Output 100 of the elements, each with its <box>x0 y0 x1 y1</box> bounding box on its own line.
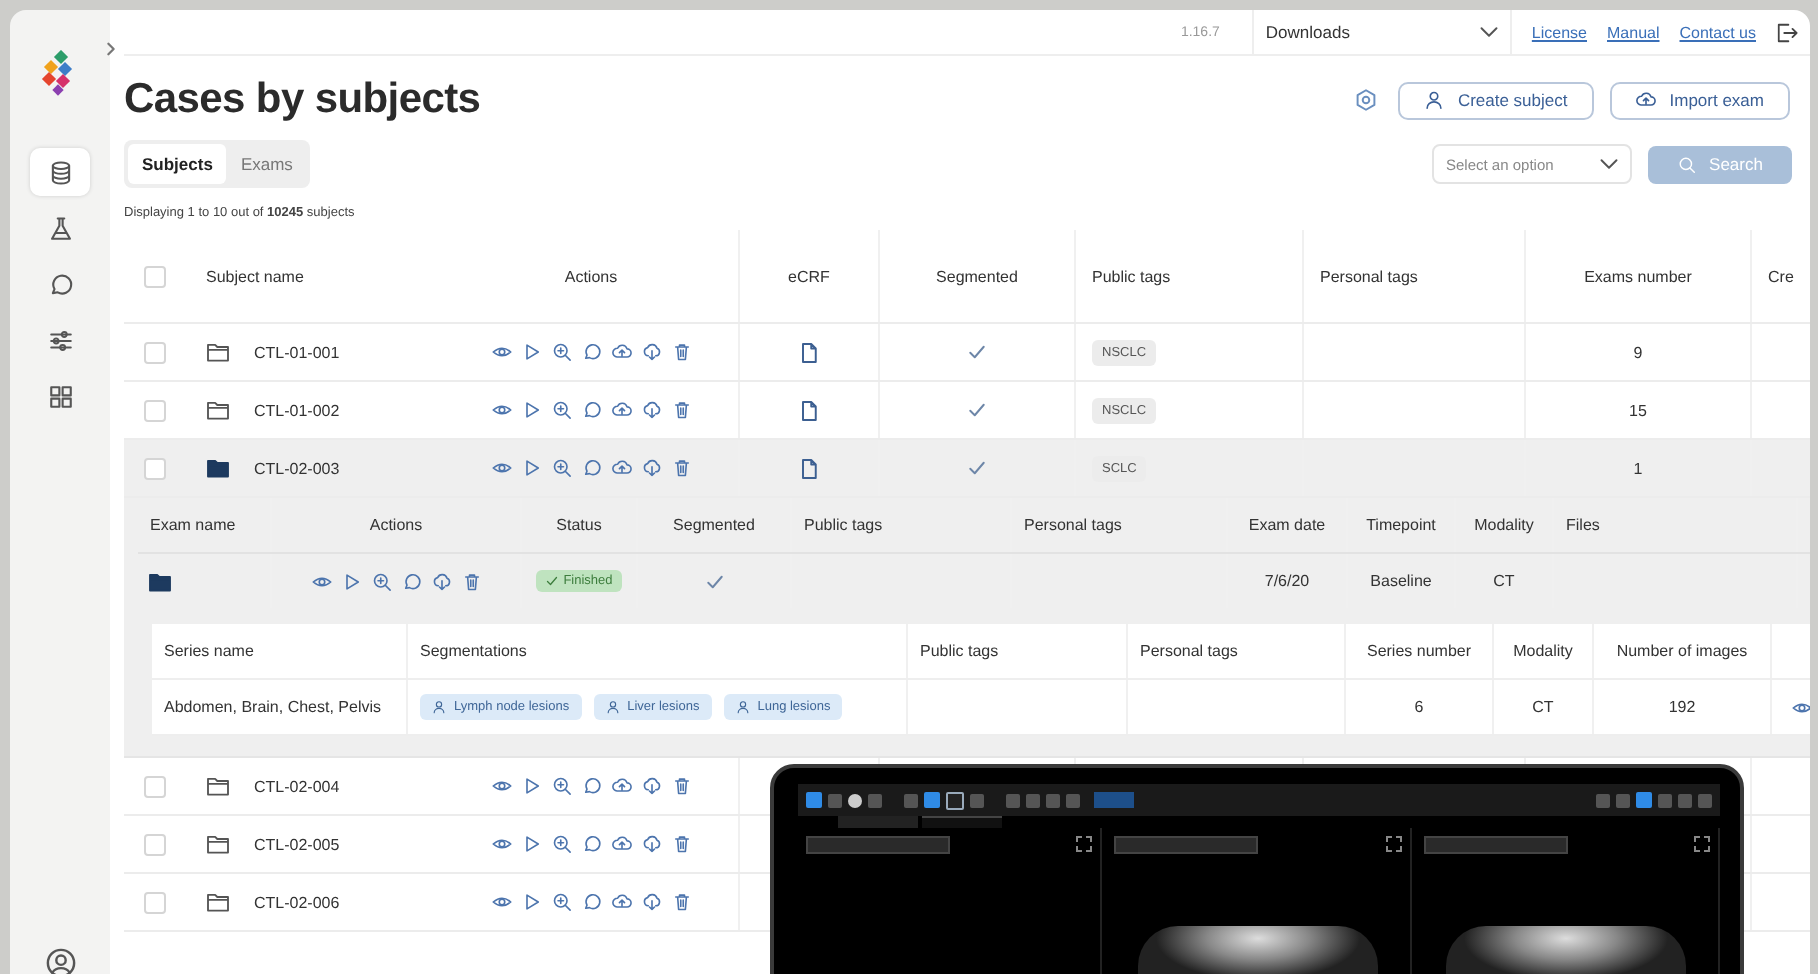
cloud-download-icon[interactable] <box>641 776 661 796</box>
link[interactable]: Contact us <box>1679 23 1756 41</box>
checkbox[interactable] <box>144 457 166 479</box>
eye-icon[interactable] <box>491 776 511 796</box>
column-header: Actions <box>272 498 522 552</box>
grid-icon <box>47 383 73 409</box>
chevron-right-icon[interactable] <box>104 40 118 58</box>
subject-name[interactable]: CTL-02-006 <box>254 893 340 911</box>
folder-icon[interactable] <box>206 342 230 362</box>
trash-icon[interactable] <box>671 776 691 796</box>
zoom-in-icon[interactable] <box>551 776 571 796</box>
downloads-dropdown[interactable]: Downloads <box>1251 10 1512 54</box>
zoom-in-icon[interactable] <box>551 892 571 912</box>
folder-icon[interactable] <box>148 571 172 591</box>
tab[interactable]: Subjects <box>128 144 227 184</box>
folder-icon[interactable] <box>206 776 230 796</box>
zoom-in-icon[interactable] <box>371 571 391 591</box>
cloud-download-icon[interactable] <box>641 458 661 478</box>
document-icon[interactable] <box>800 341 818 363</box>
document-icon[interactable] <box>800 457 818 479</box>
eye-icon[interactable] <box>491 834 511 854</box>
settings-icon[interactable] <box>1353 88 1378 112</box>
trash-icon[interactable] <box>671 834 691 854</box>
chat-bubble-icon[interactable] <box>581 834 601 854</box>
trash-icon[interactable] <box>461 571 481 591</box>
column-header: Public tags <box>1076 230 1304 322</box>
cloud-upload-icon[interactable] <box>611 342 631 362</box>
select-all-checkbox[interactable] <box>144 265 166 287</box>
action-button[interactable]: Import exam <box>1609 81 1790 119</box>
column-header: Series name <box>152 624 408 678</box>
play-icon[interactable] <box>521 834 541 854</box>
trash-icon[interactable] <box>671 400 691 420</box>
column-header: Actions <box>444 230 740 322</box>
checkbox[interactable] <box>144 891 166 913</box>
link[interactable]: License <box>1531 23 1587 41</box>
modality-text: CT <box>1493 572 1515 590</box>
chat-bubble-icon[interactable] <box>581 458 601 478</box>
checkbox[interactable] <box>144 833 166 855</box>
checkbox[interactable] <box>144 399 166 421</box>
cloud-upload-icon[interactable] <box>611 892 631 912</box>
eye-icon[interactable] <box>491 342 511 362</box>
document-icon[interactable] <box>800 399 818 421</box>
check-icon <box>968 402 986 418</box>
play-icon[interactable] <box>521 776 541 796</box>
tab[interactable]: Exams <box>226 144 307 184</box>
eye-icon[interactable] <box>491 458 511 478</box>
cloud-upload-icon[interactable] <box>611 834 631 854</box>
folder-icon[interactable] <box>206 892 230 912</box>
chat-bubble-icon[interactable] <box>581 776 601 796</box>
eye-icon[interactable] <box>311 571 331 591</box>
subject-name[interactable]: CTL-02-003 <box>254 459 340 477</box>
subject-name[interactable]: CTL-02-004 <box>254 777 340 795</box>
exams-count: 15 <box>1629 401 1647 419</box>
cloud-download-icon[interactable] <box>641 892 661 912</box>
cloud-download-icon[interactable] <box>641 342 661 362</box>
eye-icon[interactable] <box>491 892 511 912</box>
cloud-icon <box>1635 90 1656 110</box>
zoom-in-icon[interactable] <box>551 458 571 478</box>
trash-icon[interactable] <box>671 458 691 478</box>
column-header: Modality <box>1456 498 1554 552</box>
subject-name[interactable]: CTL-02-005 <box>254 835 340 853</box>
chat-bubble-icon[interactable] <box>581 400 601 420</box>
cloud-upload-icon[interactable] <box>611 776 631 796</box>
cloud-download-icon[interactable] <box>641 834 661 854</box>
eye-icon[interactable] <box>1791 697 1810 717</box>
column-header: Number of images <box>1594 624 1772 678</box>
caret-icon <box>1479 26 1498 38</box>
sidebar-item[interactable] <box>30 148 90 196</box>
chat-bubble-icon[interactable] <box>401 571 421 591</box>
checkbox[interactable] <box>144 341 166 363</box>
subject-name[interactable]: CTL-01-002 <box>254 401 340 419</box>
trash-icon[interactable] <box>671 342 691 362</box>
trash-icon[interactable] <box>671 892 691 912</box>
person-icon <box>1423 90 1444 110</box>
play-icon[interactable] <box>341 571 361 591</box>
page-title: Cases by subjects <box>124 76 483 124</box>
folder-icon[interactable] <box>206 458 230 478</box>
play-icon[interactable] <box>521 892 541 912</box>
play-icon[interactable] <box>521 458 541 478</box>
zoom-in-icon[interactable] <box>551 834 571 854</box>
subject-name[interactable]: CTL-01-001 <box>254 343 340 361</box>
cloud-upload-icon[interactable] <box>611 400 631 420</box>
series-number: 6 <box>1414 698 1424 716</box>
zoom-in-icon[interactable] <box>551 342 571 362</box>
play-icon[interactable] <box>521 342 541 362</box>
action-button[interactable]: Create subject <box>1397 81 1594 119</box>
cloud-download-icon[interactable] <box>431 571 451 591</box>
link[interactable]: Manual <box>1607 23 1660 41</box>
folder-icon[interactable] <box>206 834 230 854</box>
logout-icon[interactable] <box>1776 21 1798 43</box>
folder-icon[interactable] <box>206 400 230 420</box>
play-icon[interactable] <box>521 400 541 420</box>
eye-icon[interactable] <box>491 400 511 420</box>
zoom-in-icon[interactable] <box>551 400 571 420</box>
column-header: Subject name <box>204 265 306 290</box>
cloud-upload-icon[interactable] <box>611 458 631 478</box>
chat-bubble-icon[interactable] <box>581 342 601 362</box>
checkbox[interactable] <box>144 775 166 797</box>
chat-bubble-icon[interactable] <box>581 892 601 912</box>
cloud-download-icon[interactable] <box>641 400 661 420</box>
